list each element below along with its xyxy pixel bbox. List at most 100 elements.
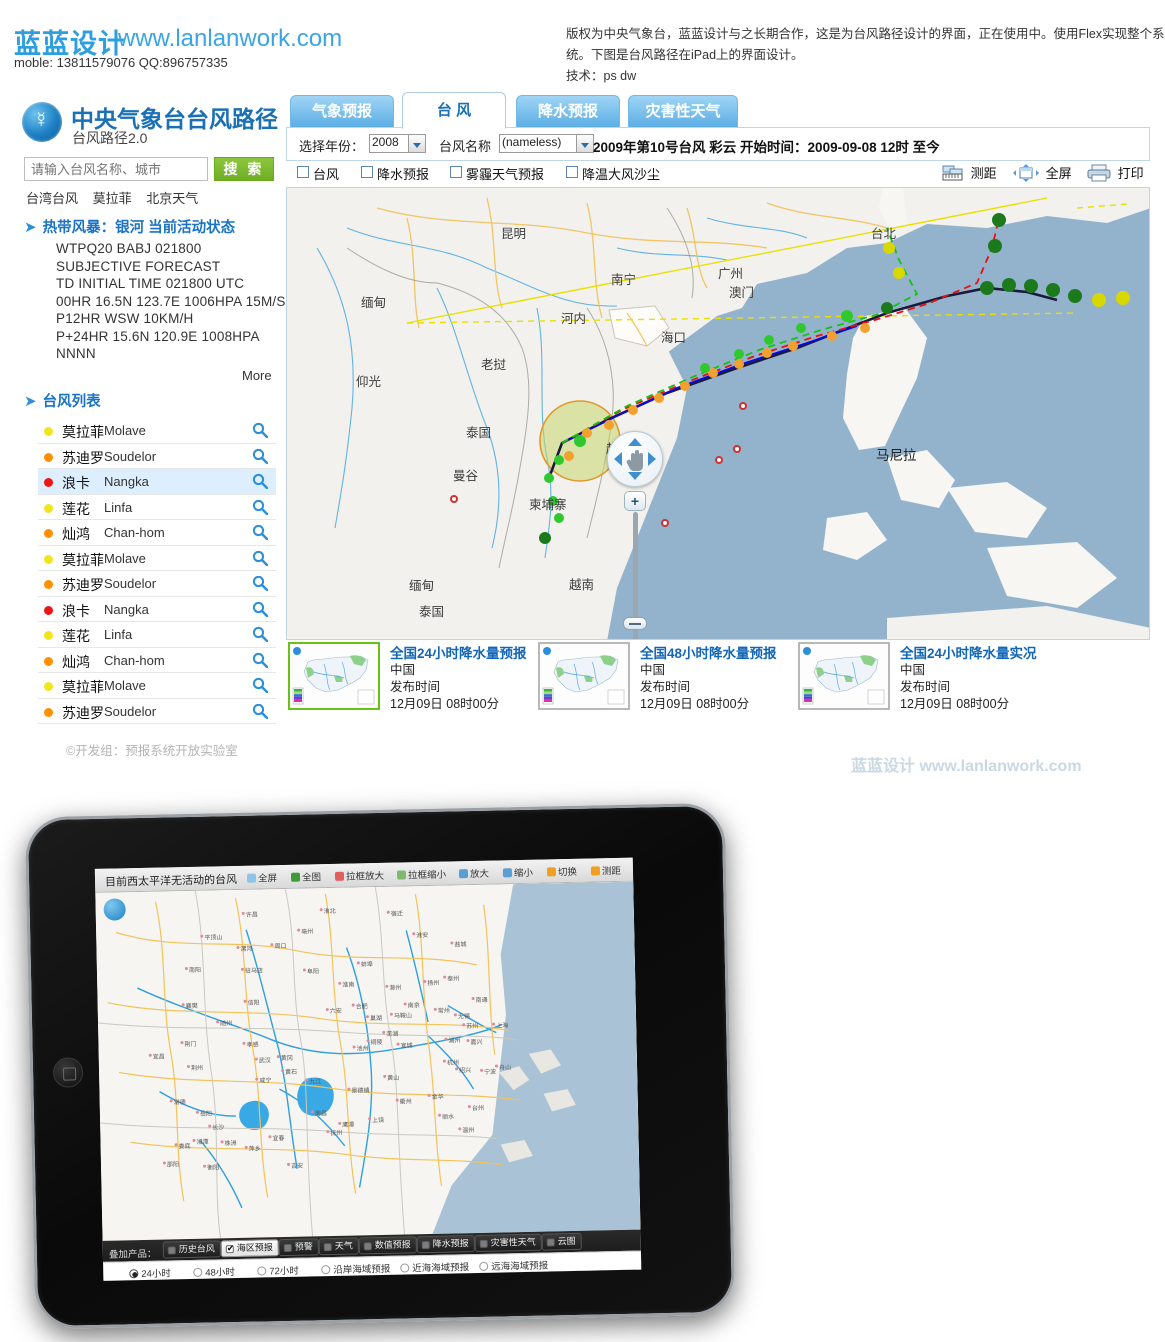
- print-tool[interactable]: 打印: [1087, 163, 1144, 182]
- search-icon[interactable]: [252, 448, 268, 464]
- ipad-overlay-tab[interactable]: 降水预报: [416, 1235, 475, 1254]
- ipad-radio-icon[interactable]: [257, 1266, 267, 1276]
- tab-4[interactable]: 灾害性天气: [628, 95, 738, 128]
- ipad-tool-2[interactable]: 全图: [290, 869, 321, 884]
- tab-2[interactable]: 台 风: [402, 92, 506, 129]
- ipad-overlay-checkbox[interactable]: [323, 1243, 332, 1252]
- checkbox-cold-wind-dust[interactable]: [566, 166, 578, 178]
- ipad-radio-option[interactable]: 24小时: [129, 1265, 171, 1280]
- search-icon[interactable]: [252, 422, 268, 438]
- ipad-tool-5[interactable]: 放大: [458, 866, 489, 881]
- search-icon[interactable]: [252, 652, 268, 668]
- ipad-city-label: 岳阳: [199, 1111, 213, 1118]
- ipad-overlay-tab[interactable]: 数值预报: [358, 1236, 417, 1255]
- typhoon-list-item[interactable]: 莫拉菲 Molave: [38, 546, 276, 571]
- year-select[interactable]: 2008: [369, 134, 409, 153]
- quick-link-molave[interactable]: 莫拉菲: [93, 191, 132, 206]
- ipad-tool-4[interactable]: 拉框缩小: [396, 867, 446, 882]
- zoom-thumb[interactable]: [623, 617, 647, 630]
- typhoon-name-chevron-down-icon[interactable]: [577, 134, 594, 153]
- typhoon-list-item[interactable]: 苏迪罗 Soudelor: [38, 571, 276, 597]
- search-icon[interactable]: [252, 473, 268, 489]
- typhoon-list-item[interactable]: 浪卡 Nangka: [38, 469, 276, 495]
- search-icon[interactable]: [252, 677, 268, 693]
- ipad-radio-option[interactable]: 48小时: [193, 1264, 235, 1279]
- storm-status-heading[interactable]: ➤ 热带风暴：银河 当前活动状态: [24, 216, 235, 237]
- ipad-overlay-checkbox[interactable]: [167, 1246, 176, 1255]
- typhoon-list-item[interactable]: 苏迪罗 Soudelor: [38, 699, 276, 724]
- checkbox-haze[interactable]: [450, 166, 462, 178]
- typhoon-name-select[interactable]: (nameless): [499, 134, 577, 153]
- typhoon-list-item[interactable]: 莲花 Linfa: [38, 495, 276, 520]
- typhoon-name-cn: 苏迪罗: [62, 449, 104, 466]
- ipad-tool-7[interactable]: 切换: [546, 864, 577, 879]
- fullscreen-tool[interactable]: 全屏: [1013, 163, 1072, 182]
- search-icon[interactable]: [252, 601, 268, 617]
- typhoon-list-item[interactable]: 灿鸿 Chan-hom: [38, 648, 276, 673]
- search-input[interactable]: [24, 157, 208, 181]
- ipad-overlay-checkbox[interactable]: [283, 1243, 292, 1253]
- search-icon[interactable]: [252, 703, 268, 719]
- ipad-overlay-checkbox[interactable]: [421, 1240, 430, 1250]
- ipad-tool-3[interactable]: 拉框放大: [334, 868, 384, 883]
- ipad-overlay-checkbox[interactable]: [546, 1238, 555, 1247]
- ipad-map[interactable]: 许昌 淮北 宿迁 平顶山 亳州 淮安 漯河 周口 盐城 南阳 驻马店 阜阳 蚌埠 淮南 滁州 扬州 泰州 襄樊 信阳…: [95, 881, 641, 1241]
- ipad-radio-icon[interactable]: [400, 1263, 410, 1273]
- typhoon-name-cn: 苏迪罗: [62, 704, 104, 721]
- copyright-text: ©开发组：预报系统开放实验室: [66, 744, 238, 758]
- ipad-radio-option[interactable]: 沿岸海域预报: [321, 1261, 390, 1276]
- ipad-tool-9[interactable]: 图例: [634, 862, 642, 877]
- ipad-radio-option[interactable]: 72小时: [257, 1263, 299, 1278]
- year-select-chevron-down-icon[interactable]: [409, 134, 426, 153]
- ipad-tool-1[interactable]: 全屏: [246, 870, 277, 885]
- typhoon-list-item[interactable]: 灿鸿 Chan-hom: [38, 520, 276, 546]
- tab-3[interactable]: 降水预报: [516, 95, 620, 128]
- typhoon-list-item[interactable]: 莫拉菲 Molave: [38, 418, 276, 444]
- tab-1[interactable]: 气象预报: [290, 95, 394, 128]
- ipad-overlay-checkbox[interactable]: [225, 1245, 234, 1254]
- ipad-overlay-tab[interactable]: 云图: [541, 1232, 582, 1251]
- quick-link-taiwan[interactable]: 台湾台风: [26, 191, 78, 206]
- ipad-radio-option[interactable]: 远海海域预报: [479, 1258, 548, 1273]
- search-icon[interactable]: [252, 524, 268, 540]
- measure-tool[interactable]: 测距: [942, 163, 997, 182]
- search-icon[interactable]: [252, 575, 268, 591]
- ipad-tool-8[interactable]: 测距: [590, 863, 621, 878]
- quick-link-beijing[interactable]: 北京天气: [146, 191, 198, 206]
- ipad-overlay-checkbox[interactable]: [479, 1239, 488, 1248]
- search-button[interactable]: 搜 索: [214, 157, 274, 181]
- ipad-overlay-tab[interactable]: 灾害性天气: [474, 1233, 542, 1253]
- ipad-radio-icon[interactable]: [129, 1269, 139, 1279]
- product-thumbnail[interactable]: 全国24小时降水量预报 中国 发布时间 12月09日 08时00分: [288, 642, 544, 716]
- ipad-overlay-checkbox[interactable]: [363, 1242, 372, 1251]
- search-icon[interactable]: [252, 499, 268, 515]
- ipad-home-button[interactable]: [52, 1057, 84, 1088]
- ipad-radio-icon[interactable]: [321, 1265, 331, 1275]
- zoom-in-button[interactable]: +: [624, 491, 646, 511]
- checkbox-precipitation[interactable]: [361, 166, 373, 178]
- ipad-radio-icon[interactable]: [193, 1267, 203, 1277]
- map-pan-control[interactable]: [607, 431, 663, 487]
- ipad-overlay-tab[interactable]: 海区预报: [220, 1239, 279, 1258]
- typhoon-list-heading[interactable]: ➤ 台风列表: [24, 390, 101, 411]
- ipad-overlay-tab[interactable]: 预警: [278, 1238, 319, 1257]
- ipad-city-marker-icon: [242, 1041, 246, 1045]
- map-zoom-slider[interactable]: + −: [623, 491, 647, 639]
- ipad-overlay-tab[interactable]: 天气: [318, 1237, 359, 1256]
- typhoon-map[interactable]: 昆明南宁广州澳门河内海口老挝缅甸仰光泰国越南曼谷柬埔寨缅甸泰国越南文莱马尼拉台北…: [286, 187, 1150, 640]
- typhoon-list-item[interactable]: 苏迪罗 Soudelor: [38, 444, 276, 469]
- checkbox-typhoon[interactable]: [297, 166, 309, 178]
- ipad-tool-6[interactable]: 缩小: [502, 865, 533, 880]
- typhoon-list-item[interactable]: 莫拉菲 Molave: [38, 673, 276, 699]
- search-icon[interactable]: [252, 550, 268, 566]
- ipad-radio-option[interactable]: 近海海域预报: [400, 1259, 469, 1274]
- ipad-radio-icon[interactable]: [479, 1261, 489, 1271]
- product-thumbnail[interactable]: 全国48小时降水量预报 中国 发布时间 12月09日 08时00分: [538, 642, 794, 716]
- typhoon-list-item[interactable]: 莲花 Linfa: [38, 622, 276, 648]
- product-thumbnail[interactable]: 全国24小时降水量实况 中国 发布时间 12月09日 08时00分: [798, 642, 1054, 716]
- search-icon[interactable]: [252, 626, 268, 642]
- typhoon-list-item[interactable]: 浪卡 Nangka: [38, 597, 276, 622]
- ipad-screen[interactable]: 目前西太平洋无活动的台风 全屏 全图 拉框放大 拉框缩小 放大 缩小 切换 测距图例: [94, 857, 642, 1281]
- ipad-overlay-tab[interactable]: 历史台风: [162, 1240, 221, 1259]
- more-link[interactable]: More: [242, 368, 272, 383]
